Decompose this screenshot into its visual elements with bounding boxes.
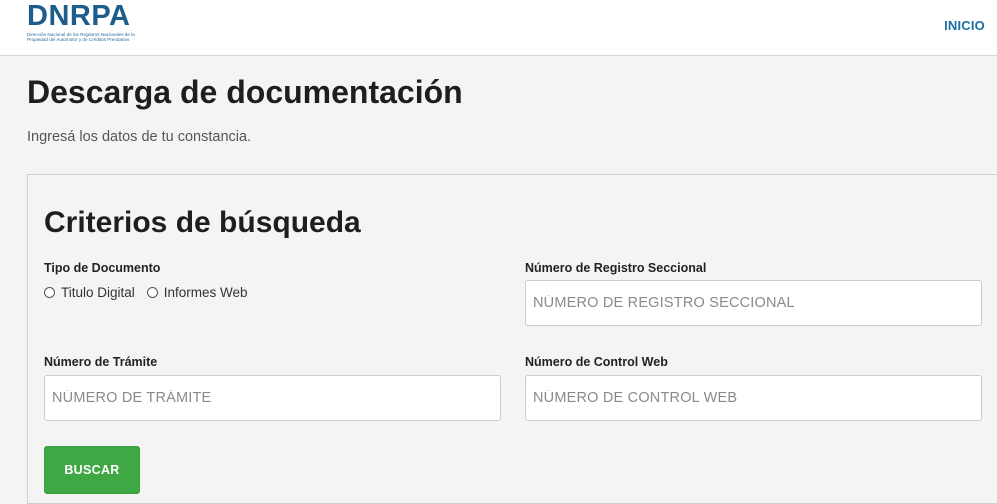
buscar-button[interactable]: BUSCAR	[44, 446, 140, 494]
page-subtitle: Ingresá los datos de tu constancia.	[27, 129, 252, 145]
search-criteria-title: Criterios de búsqueda	[44, 206, 361, 239]
tipo-documento-radio-group: Titulo Digital Informes Web	[44, 285, 260, 300]
registro-seccional-input[interactable]	[525, 280, 982, 326]
registro-seccional-label: Número de Registro Seccional	[525, 261, 707, 275]
radio-titulo-digital[interactable]: Titulo Digital	[44, 285, 135, 300]
tramite-label: Número de Trámite	[44, 355, 158, 369]
radio-informes-web-label: Informes Web	[163, 285, 248, 300]
search-criteria-panel: Criterios de búsqueda Tipo de Documento …	[27, 174, 997, 504]
nav-inicio-link[interactable]: INICIO	[944, 18, 985, 33]
radio-titulo-digital-label: Titulo Digital	[61, 285, 135, 300]
tramite-input[interactable]	[44, 375, 501, 421]
dnrpa-logo[interactable]: DNRPA Dirección Nacional de los Registro…	[27, 1, 147, 51]
logo-text: DNRPA	[27, 0, 131, 32]
tipo-documento-label: Tipo de Documento	[44, 261, 161, 275]
site-header: DNRPA Dirección Nacional de los Registro…	[0, 0, 997, 56]
radio-circle-icon[interactable]	[44, 287, 55, 298]
control-web-input[interactable]	[525, 375, 982, 421]
control-web-label: Número de Control Web	[525, 355, 668, 369]
radio-circle-icon[interactable]	[146, 287, 158, 298]
logo-subtitle: Dirección Nacional de los Registros Naci…	[27, 32, 135, 43]
page-title: Descarga de documentación	[27, 74, 463, 110]
radio-informes-web[interactable]: Informes Web	[146, 285, 248, 300]
